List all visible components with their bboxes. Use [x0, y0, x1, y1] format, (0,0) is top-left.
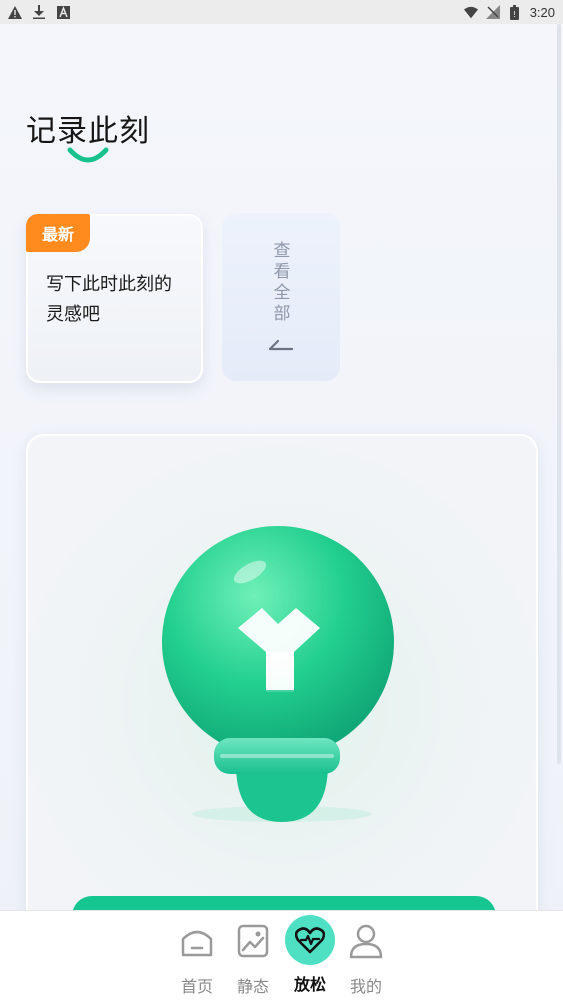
no-signal-icon	[485, 5, 500, 19]
status-time: 3:20	[529, 4, 555, 20]
picture-icon	[231, 919, 275, 963]
smile-underline-icon	[67, 147, 109, 163]
heart-pulse-icon	[285, 915, 335, 965]
bottom-nav: 首页 静态 放松 我的	[0, 910, 563, 1000]
view-all-card[interactable]: 查看全部	[222, 213, 340, 381]
battery-icon: !	[508, 4, 522, 20]
screen: ! 3:20 记录此刻 最新 写下此时此刻的灵感吧 查看全部 首页 静态 放松 …	[0, 0, 563, 1000]
warning-icon	[8, 5, 22, 19]
arrow-left-icon	[268, 339, 294, 351]
latest-badge: 最新	[26, 214, 90, 252]
nav-item-home[interactable]: 首页	[169, 919, 225, 997]
nav-label-relax: 放松	[293, 975, 326, 994]
lightbulb-icon	[162, 526, 394, 822]
idea-card[interactable]	[26, 434, 538, 954]
latest-note-card[interactable]: 最新 写下此时此刻的灵感吧	[26, 214, 203, 383]
status-left	[8, 5, 70, 19]
nav-label-static: 静态	[236, 977, 269, 996]
nav-label-mine: 我的	[349, 977, 382, 996]
wifi-icon	[463, 5, 478, 19]
status-bar: ! 3:20	[0, 0, 563, 24]
svg-text:!: !	[513, 10, 516, 19]
latest-note-prompt: 写下此时此刻的灵感吧	[46, 274, 172, 325]
scroll-indicator[interactable]	[557, 24, 561, 764]
view-all-label: 查看全部	[273, 241, 291, 324]
page-title: 记录此刻	[26, 114, 150, 149]
download-icon	[32, 5, 46, 19]
nav-item-mine[interactable]: 我的	[338, 919, 394, 997]
nav-label-home: 首页	[180, 977, 213, 996]
nav-item-static[interactable]: 静态	[225, 919, 281, 997]
status-right: ! 3:20	[463, 4, 555, 20]
a-box-icon	[56, 5, 70, 19]
nav-item-relax[interactable]: 放松	[282, 915, 338, 997]
person-icon	[344, 919, 388, 963]
home-icon	[175, 919, 219, 963]
